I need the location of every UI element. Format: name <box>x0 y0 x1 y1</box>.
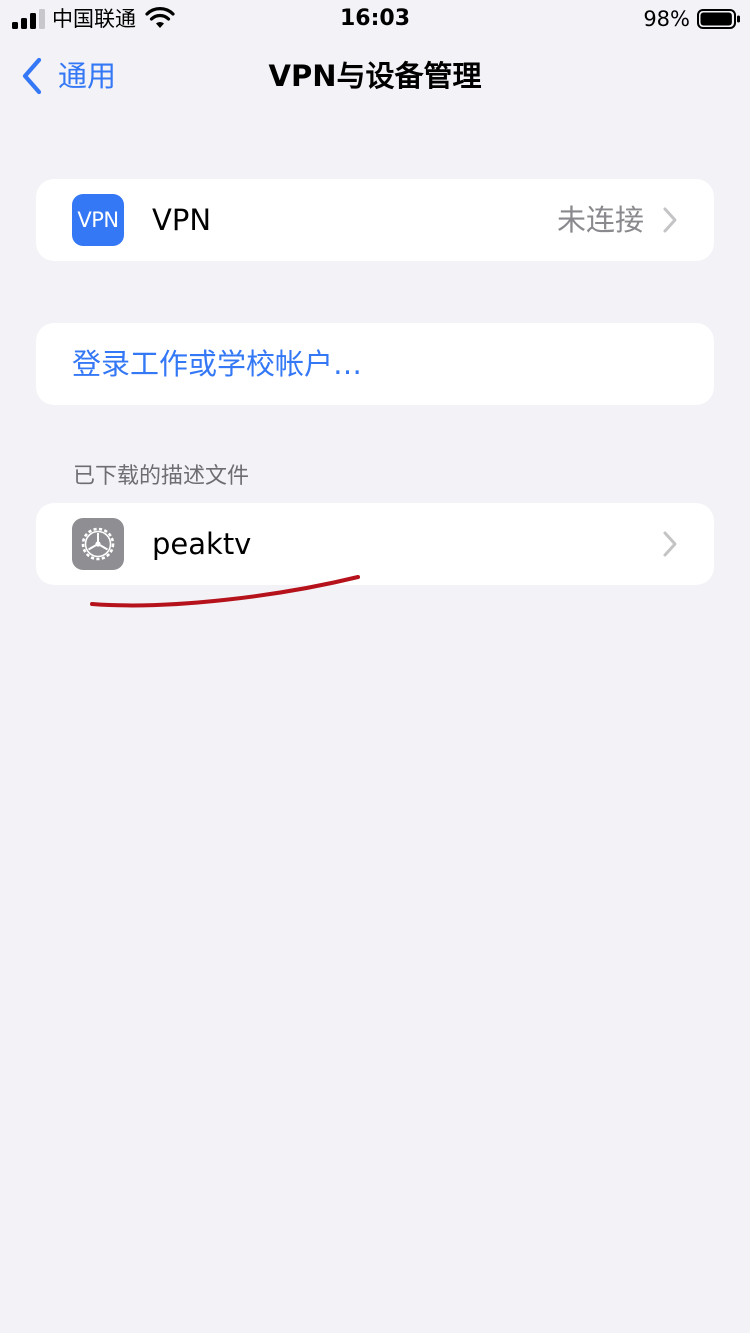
sign-in-work-school-account-button[interactable]: 登录工作或学校帐户… <box>36 323 714 405</box>
vpn-row[interactable]: VPN VPN 未连接 <box>36 179 714 261</box>
chevron-right-icon <box>663 207 677 233</box>
battery-icon <box>697 9 740 29</box>
status-time: 16:03 <box>339 6 411 31</box>
profile-label: peaktv <box>152 527 252 561</box>
page-title: VPN与设备管理 <box>268 59 482 93</box>
red-underline-annotation <box>90 575 360 608</box>
navigation-bar: 通用 VPN与设备管理 <box>0 44 750 108</box>
vpn-label: VPN <box>152 203 212 237</box>
vpn-status: 未连接 <box>556 203 644 237</box>
battery-percent: 98% <box>643 7 690 31</box>
section-header-downloaded-profiles: 已下载的描述文件 <box>73 464 250 489</box>
vpn-icon: VPN <box>72 194 124 246</box>
sign-in-label: 登录工作或学校帐户… <box>72 347 363 381</box>
status-bar: 中国联通 16:03 98% <box>0 0 750 40</box>
gear-icon <box>72 518 124 570</box>
chevron-right-icon <box>663 531 677 557</box>
